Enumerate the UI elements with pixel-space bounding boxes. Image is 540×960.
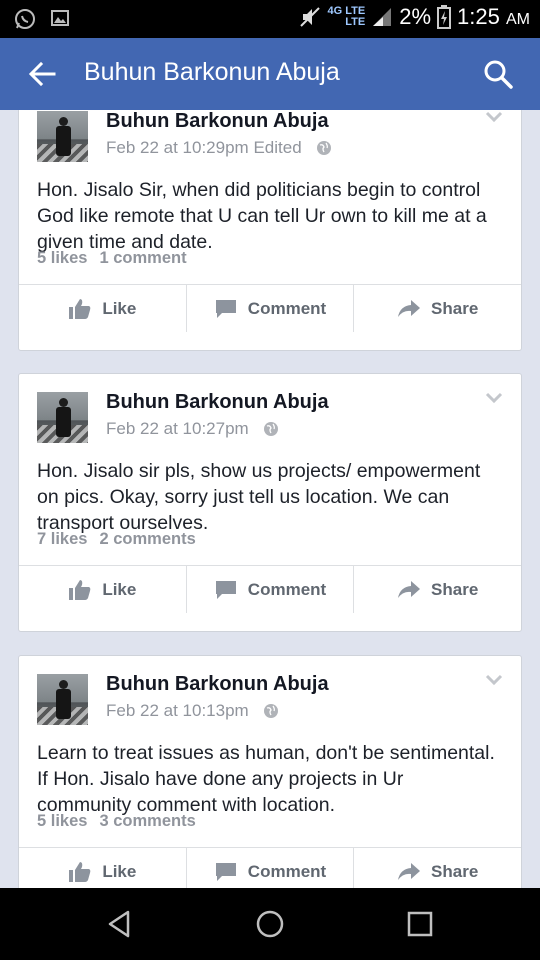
- comments-count[interactable]: 1 comment: [99, 249, 186, 268]
- nav-home-icon[interactable]: [254, 908, 286, 940]
- gallery-icon: [51, 10, 69, 26]
- likes-count[interactable]: 5 likes: [37, 812, 87, 831]
- post-text: Hon. Jisalo sir pls, show us projects/ e…: [37, 460, 481, 534]
- network-type-bottom: LTE: [345, 16, 366, 28]
- whatsapp-icon: [15, 9, 35, 29]
- likes-count[interactable]: 5 likes: [37, 249, 87, 268]
- avatar[interactable]: [37, 392, 88, 443]
- share-arrow-icon: [398, 580, 421, 598]
- comments-count[interactable]: 2 comments: [99, 530, 195, 549]
- chevron-down-icon[interactable]: [485, 111, 503, 123]
- avatar[interactable]: [37, 674, 88, 725]
- battery-percent: 2%: [399, 4, 432, 29]
- post-edited-label: Edited: [253, 138, 302, 157]
- post-timestamp-text: Feb 22 at 10:29pm: [106, 138, 249, 157]
- nav-back-icon[interactable]: [104, 908, 136, 940]
- post-actions: Like Comment Share: [19, 565, 521, 613]
- system-nav-bar: [0, 888, 540, 960]
- speech-bubble-icon: [215, 862, 236, 881]
- post-timestamp[interactable]: Feb 22 at 10:27pm: [106, 419, 249, 439]
- globe-icon: [316, 141, 331, 155]
- post-actions: Like Comment Share: [19, 284, 521, 332]
- search-icon[interactable]: [482, 58, 514, 90]
- speech-bubble-icon: [215, 299, 236, 318]
- globe-icon: [263, 422, 278, 436]
- avatar[interactable]: [37, 111, 88, 162]
- comment-button[interactable]: Comment: [187, 285, 355, 332]
- clock-time: 1:25: [457, 4, 500, 29]
- globe-icon: [263, 704, 278, 718]
- speech-bubble-icon: [215, 580, 236, 599]
- likes-count[interactable]: 7 likes: [37, 530, 87, 549]
- post-stats: 7 likes 2 comments: [37, 530, 196, 549]
- like-button[interactable]: Like: [19, 848, 187, 888]
- post-meta: Feb 22 at 10:27pm: [106, 419, 279, 439]
- share-label: Share: [431, 861, 479, 881]
- post-text: Hon. Jisalo Sir, when did politicians be…: [37, 179, 487, 253]
- post-actions: Like Comment Share: [19, 847, 521, 888]
- comment-label: Comment: [247, 861, 327, 881]
- app-bar: Buhun Barkonun Abuja: [0, 38, 540, 110]
- post-timestamp[interactable]: Feb 22 at 10:13pm: [106, 701, 249, 721]
- share-arrow-icon: [398, 299, 421, 317]
- chevron-down-icon[interactable]: [485, 674, 503, 686]
- post-text: Learn to treat issues as human, don't be…: [37, 742, 495, 816]
- network-type: 4G LTE LTE: [328, 6, 366, 28]
- share-arrow-icon: [398, 862, 421, 880]
- status-bar: 4G LTE LTE 2% 1:25 AM: [0, 0, 540, 38]
- battery-icon: [437, 5, 452, 29]
- thumbs-up-icon: [69, 298, 91, 319]
- post-card: Buhun Barkonun Abuja Feb 22 at 10:13pm L…: [18, 655, 522, 888]
- share-label: Share: [431, 579, 479, 599]
- post-stats: 5 likes 1 comment: [37, 249, 187, 268]
- status-bar-notifications: [14, 8, 70, 30]
- post-meta: Feb 22 at 10:13pm: [106, 701, 279, 721]
- post-card: Buhun Barkonun Abuja Feb 22 at 10:29pm E…: [18, 110, 522, 351]
- post-meta: Feb 22 at 10:29pm Edited: [106, 138, 332, 158]
- share-button[interactable]: Share: [354, 566, 521, 613]
- comment-button[interactable]: Comment: [187, 848, 355, 888]
- comment-button[interactable]: Comment: [187, 566, 355, 613]
- post-author[interactable]: Buhun Barkonun Abuja: [106, 391, 329, 414]
- page-title: Buhun Barkonun Abuja: [84, 58, 340, 86]
- status-bar-system: 4G LTE LTE 2% 1:25 AM: [298, 4, 530, 30]
- like-button[interactable]: Like: [19, 285, 187, 332]
- signal-icon: [373, 8, 392, 26]
- like-label: Like: [102, 579, 137, 599]
- comment-label: Comment: [247, 579, 327, 599]
- post-timestamp-text: Feb 22 at 10:27pm: [106, 419, 249, 438]
- clock-ampm: AM: [506, 11, 530, 28]
- mute-icon: [299, 7, 320, 27]
- share-button[interactable]: Share: [354, 285, 521, 332]
- post-timestamp-text: Feb 22 at 10:13pm: [106, 701, 249, 720]
- back-arrow-icon[interactable]: [26, 58, 58, 90]
- clock: 1:25 AM: [457, 4, 530, 30]
- post-feed[interactable]: Buhun Barkonun Abuja Feb 22 at 10:29pm E…: [0, 110, 540, 888]
- post-stats: 5 likes 3 comments: [37, 812, 196, 831]
- comment-label: Comment: [247, 298, 327, 318]
- like-label: Like: [102, 298, 137, 318]
- like-button[interactable]: Like: [19, 566, 187, 613]
- post-author[interactable]: Buhun Barkonun Abuja: [106, 110, 329, 133]
- like-label: Like: [102, 861, 137, 881]
- share-button[interactable]: Share: [354, 848, 521, 888]
- share-label: Share: [431, 298, 479, 318]
- post-author[interactable]: Buhun Barkonun Abuja: [106, 673, 329, 696]
- post-card: Buhun Barkonun Abuja Feb 22 at 10:27pm H…: [18, 373, 522, 632]
- nav-recents-icon[interactable]: [404, 908, 436, 940]
- chevron-down-icon[interactable]: [485, 392, 503, 404]
- post-timestamp[interactable]: Feb 22 at 10:29pm Edited: [106, 138, 302, 158]
- thumbs-up-icon: [69, 579, 91, 600]
- comments-count[interactable]: 3 comments: [99, 812, 195, 831]
- thumbs-up-icon: [69, 861, 91, 882]
